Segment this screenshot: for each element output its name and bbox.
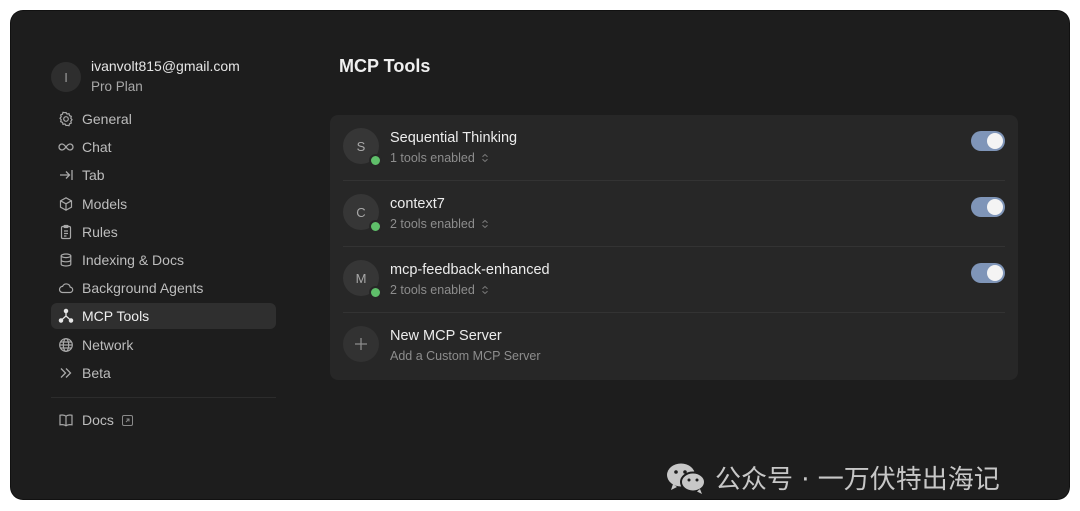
account-email: ivanvolt815@gmail.com <box>91 58 240 74</box>
new-server-title: New MCP Server <box>390 328 502 344</box>
sidebar-item-label: Tab <box>82 167 105 184</box>
clipboard-icon <box>58 224 74 240</box>
add-server-button[interactable] <box>343 326 379 362</box>
new-mcp-server-row[interactable]: New MCP Server Add a Custom MCP Server <box>343 313 1005 378</box>
docs-label: Docs <box>82 412 114 428</box>
tools-enabled-text: 2 tools enabled <box>390 283 475 297</box>
mcp-server-row: M mcp-feedback-enhanced 2 tools enabled <box>343 247 1005 313</box>
sidebar-item-models[interactable]: Models <box>51 191 276 217</box>
status-dot-connected <box>369 286 382 299</box>
account-plan: Pro Plan <box>91 79 143 94</box>
sidebar-item-network[interactable]: Network <box>51 332 276 358</box>
sidebar-item-label: Indexing & Docs <box>82 251 184 268</box>
docs-link[interactable]: Docs <box>51 407 283 433</box>
double-chevron-icon <box>58 365 74 381</box>
watermark-text: 公众号 · 一万伏特出海记 <box>715 465 1000 495</box>
toggle-knob <box>987 265 1003 281</box>
server-name: mcp-feedback-enhanced <box>390 262 550 278</box>
sidebar-item-indexing-docs[interactable]: Indexing & Docs <box>51 247 276 273</box>
sidebar-item-label: Network <box>82 336 134 353</box>
account-header: I ivanvolt815@gmail.com Pro Plan <box>51 57 240 97</box>
chevron-updown-icon <box>481 153 489 163</box>
server-enable-toggle[interactable] <box>971 197 1005 217</box>
sidebar-item-general[interactable]: General <box>51 106 276 132</box>
sidebar-item-background-agents[interactable]: Background Agents <box>51 275 276 301</box>
wechat-logo-icon <box>667 463 706 494</box>
chevron-updown-icon <box>481 219 489 229</box>
status-dot-connected <box>369 154 382 167</box>
page-title: MCP Tools <box>339 56 431 76</box>
sidebar-item-label: General <box>82 111 132 127</box>
server-enable-toggle[interactable] <box>971 131 1005 151</box>
sidebar-item-tab[interactable]: Tab <box>51 162 276 188</box>
watermark: 公众号 · 一万伏特出海记 <box>665 459 1000 496</box>
sidebar-item-beta[interactable]: Beta <box>51 360 276 386</box>
settings-window: I ivanvolt815@gmail.com Pro Plan General… <box>11 11 1069 499</box>
server-name: context7 <box>390 196 445 212</box>
mcp-server-row: C context7 2 tools enabled <box>343 181 1005 247</box>
tools-enabled-dropdown[interactable]: 2 tools enabled <box>390 283 489 297</box>
cloud-icon <box>58 280 74 296</box>
gear-icon <box>58 111 74 127</box>
tools-enabled-dropdown[interactable]: 2 tools enabled <box>390 217 489 231</box>
database-icon <box>58 252 74 268</box>
sidebar-item-mcp-tools[interactable]: MCP Tools <box>51 303 276 330</box>
chevron-updown-icon <box>481 285 489 295</box>
server-enable-toggle[interactable] <box>971 263 1005 283</box>
mcp-nodes-icon <box>58 308 74 324</box>
plus-icon <box>355 338 367 350</box>
sidebar-divider <box>51 397 276 398</box>
sidebar-item-label: Chat <box>82 139 112 156</box>
tools-enabled-text: 1 tools enabled <box>390 151 475 165</box>
mcp-server-row: S Sequential Thinking 1 tools enabled <box>343 115 1005 181</box>
infinity-icon <box>58 139 74 155</box>
status-dot-connected <box>369 220 382 233</box>
avatar[interactable]: I <box>51 62 81 92</box>
sidebar-item-label: Rules <box>82 223 118 240</box>
tools-enabled-dropdown[interactable]: 1 tools enabled <box>390 151 489 165</box>
cube-icon <box>58 196 74 212</box>
sidebar-item-label: MCP Tools <box>82 308 150 325</box>
sidebar-item-chat[interactable]: Chat <box>51 134 276 160</box>
sidebar-item-rules[interactable]: Rules <box>51 219 276 245</box>
sidebar-nav: General Chat Tab Models Rules Indexing &… <box>51 106 276 388</box>
sidebar-item-label: Background Agents <box>82 280 204 297</box>
tools-enabled-text: 2 tools enabled <box>390 217 475 231</box>
sidebar-item-label: Models <box>82 195 128 212</box>
new-server-subtitle: Add a Custom MCP Server <box>390 349 541 363</box>
sidebar-item-label: Beta <box>82 364 111 381</box>
external-link-icon <box>121 414 133 426</box>
toggle-knob <box>987 133 1003 149</box>
mcp-server-list: S Sequential Thinking 1 tools enabled C … <box>330 115 1018 380</box>
globe-icon <box>58 337 74 353</box>
server-name: Sequential Thinking <box>390 130 518 146</box>
book-icon <box>58 412 74 428</box>
toggle-knob <box>987 199 1003 215</box>
tab-arrow-icon <box>58 167 74 183</box>
